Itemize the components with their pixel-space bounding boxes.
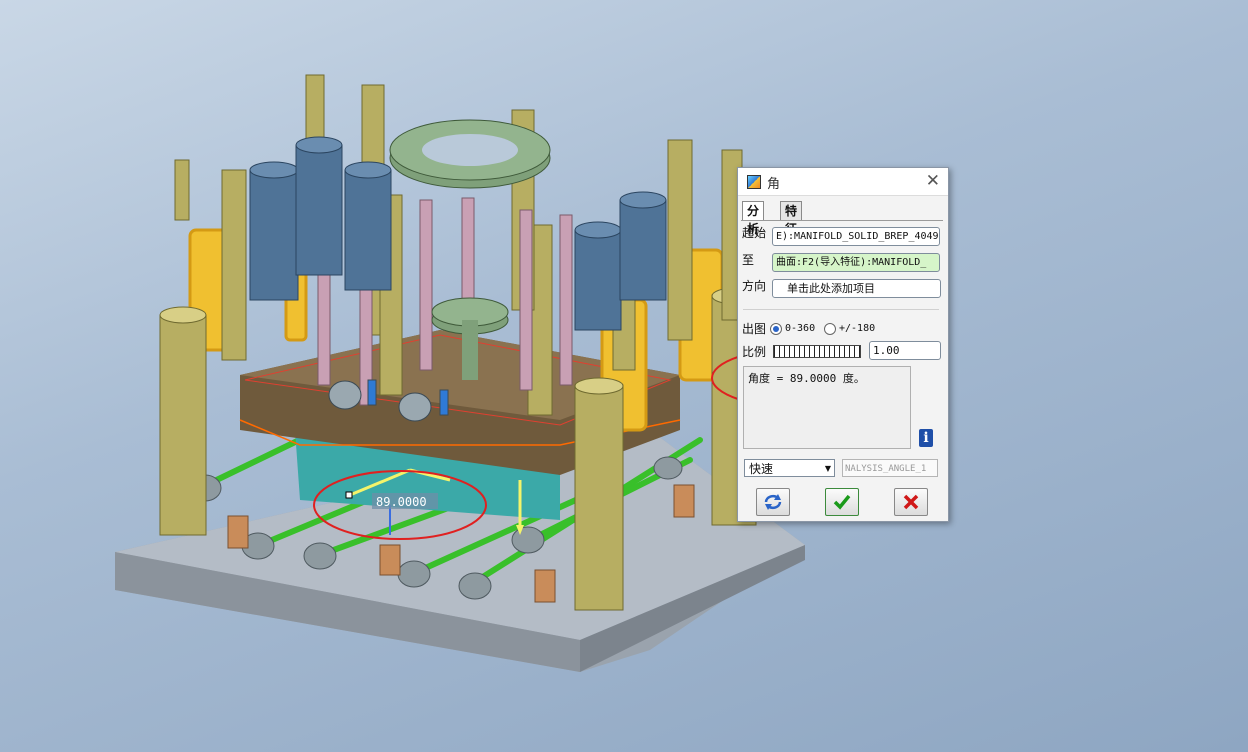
scale-label: 比例 — [742, 345, 767, 359]
info-icon[interactable]: i — [919, 429, 933, 447]
dialog-titlebar[interactable]: 角 ✕ — [738, 168, 948, 196]
dialog-title: 角 — [767, 177, 781, 192]
separator — [743, 309, 939, 310]
from-label: 起始 — [742, 226, 767, 240]
angle-readout: 89.0000 — [376, 495, 427, 509]
ok-button[interactable] — [825, 488, 859, 516]
chevron-down-icon: ▼ — [824, 464, 831, 473]
from-field[interactable]: E):MANIFOLD_SOLID_BREP_4049 — [772, 227, 940, 246]
radio-pm180-label: +/-180 — [839, 323, 876, 334]
cancel-button[interactable] — [894, 488, 928, 516]
mode-select[interactable]: 快速 ▼ — [744, 459, 835, 477]
analysis-panel: 起始 E):MANIFOLD_SOLID_BREP_4049 至 曲面:F2(导… — [741, 220, 943, 521]
result-text: 角度 = 89.0000 度。 — [748, 372, 865, 385]
tab-analysis[interactable]: 分析 — [742, 201, 765, 236]
angle-analysis-dialog[interactable]: 角 ✕ 分析 特征 起始 E):MANIFOLD_SOLID_BREP_4049… — [737, 167, 949, 522]
refresh-icon — [764, 494, 782, 510]
to-field[interactable]: 曲面:F2(导入特征):MANIFOLD_ — [772, 253, 940, 272]
tab-feature[interactable]: 特征 — [780, 201, 803, 236]
check-icon — [833, 494, 851, 510]
plot-label: 出图 — [742, 322, 767, 336]
direction-field[interactable]: 单击此处添加项目 — [772, 279, 941, 298]
radio-pm180[interactable] — [824, 323, 836, 335]
locating-ring — [389, 119, 551, 189]
analysis-name-field[interactable]: NALYSIS_ANGLE_1 — [842, 459, 938, 477]
close-icon[interactable]: ✕ — [926, 171, 940, 191]
result-box: 角度 = 89.0000 度。 — [743, 366, 911, 449]
cancel-x-icon — [903, 494, 919, 510]
model-viewport[interactable]: 89.0000 — [0, 0, 1248, 752]
mode-select-value: 快速 — [749, 462, 774, 476]
scale-field[interactable]: 1.00 — [869, 341, 941, 360]
direction-label: 方向 — [742, 279, 767, 293]
radio-0-360[interactable] — [770, 323, 782, 335]
repeat-button[interactable] — [756, 488, 790, 516]
to-label: 至 — [742, 253, 755, 267]
scale-slider[interactable] — [773, 345, 861, 358]
app-icon — [747, 175, 761, 189]
radio-0-360-label: 0-360 — [785, 323, 816, 334]
